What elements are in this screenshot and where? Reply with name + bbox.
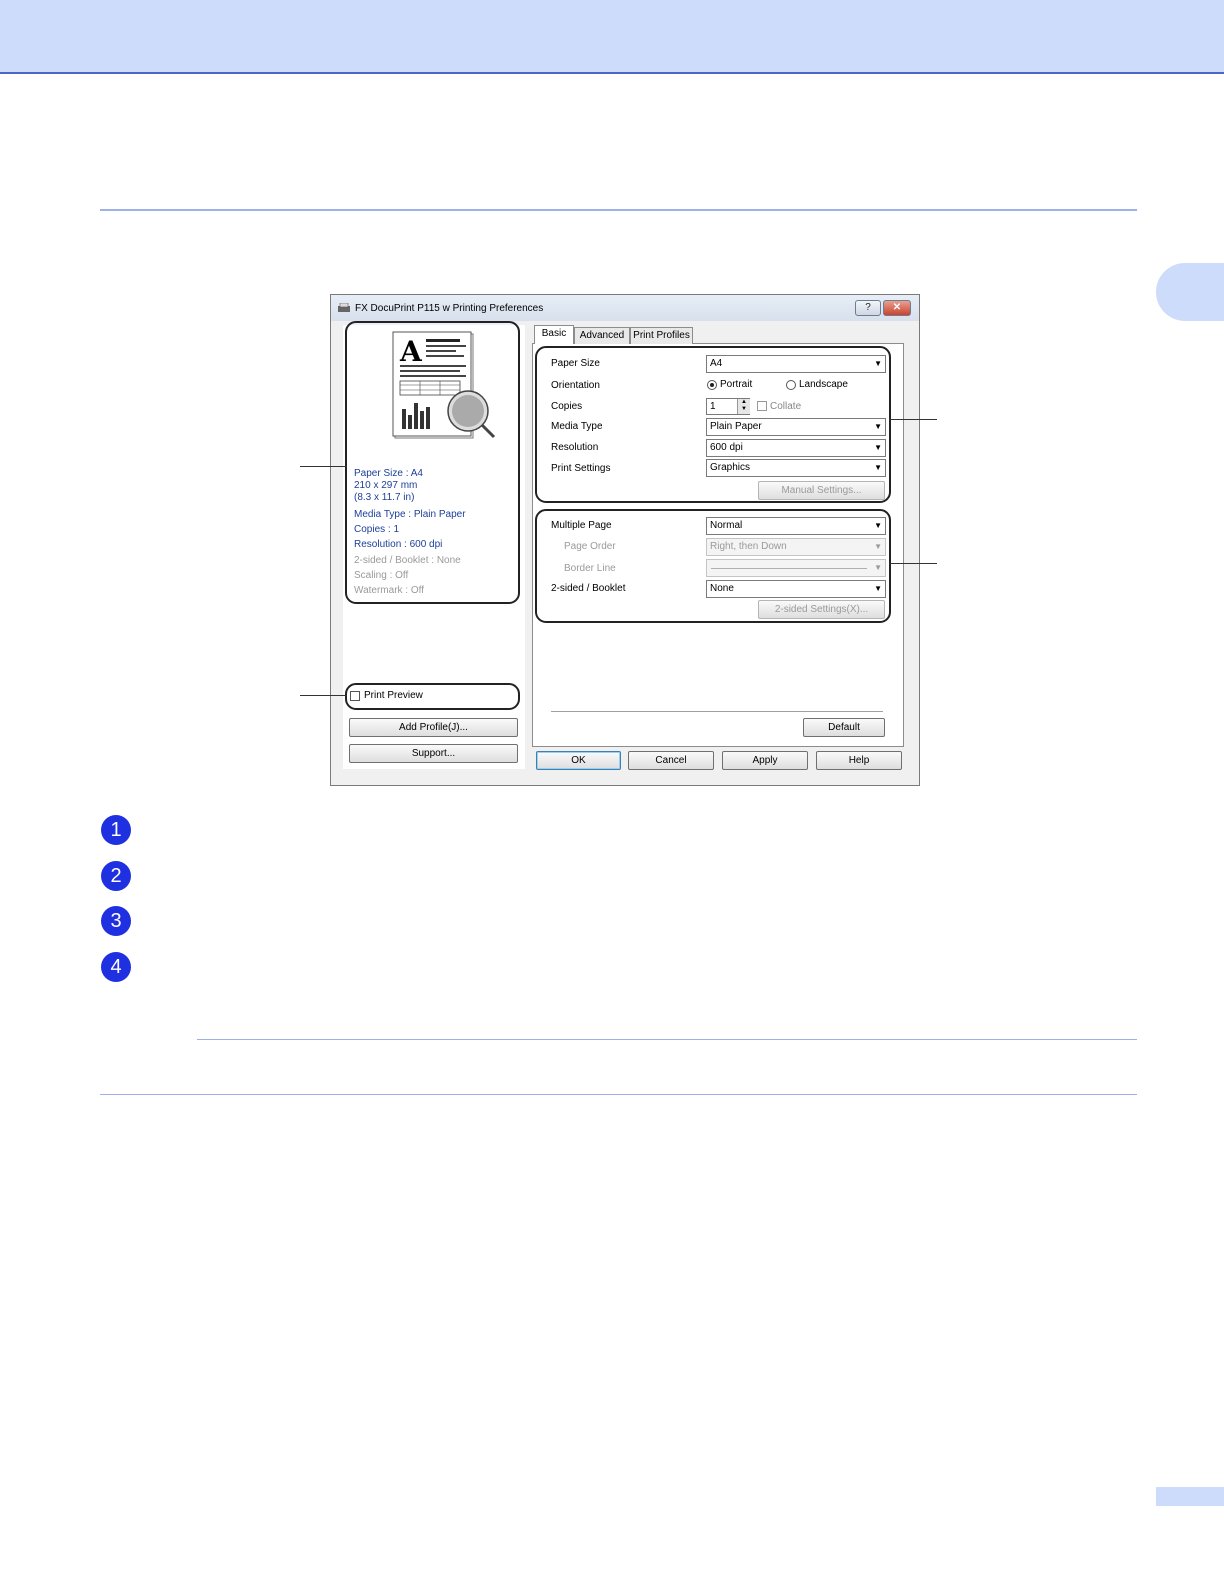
summary-scaling: Scaling : Off [354,570,409,581]
portrait-radio[interactable] [707,380,717,390]
media-type-label: Media Type [551,421,603,432]
note-rule-top [197,1039,1137,1040]
printer-icon [338,303,350,312]
add-profile-button[interactable]: Add Profile(J)... [349,718,518,737]
leader-line [889,563,937,564]
preview-letter: A [399,335,423,368]
media-type-select[interactable]: Plain Paper ▼ [706,418,886,436]
landscape-label: Landscape [799,379,848,390]
summary-dims-mm: 210 x 297 mm [354,480,418,491]
print-settings-label: Print Settings [551,463,611,474]
page-order-label: Page Order [564,541,616,552]
border-line-label: Border Line [564,563,616,574]
multiple-page-select[interactable]: Normal ▼ [706,517,886,535]
dropdown-arrow-icon: ▼ [874,422,882,431]
dropdown-arrow-icon: ▼ [874,521,882,530]
support-button[interactable]: Support... [349,744,518,763]
collate-label: Collate [770,401,802,412]
tab-basic[interactable]: Basic [534,325,574,344]
dropdown-arrow-icon: ▼ [874,443,882,452]
leader-line [889,419,937,420]
summary-watermark: Watermark : Off [354,585,425,596]
callout-2: 2 [101,861,131,891]
two-sided-booklet-label: 2-sided / Booklet [551,583,626,594]
manual-settings-button[interactable]: Manual Settings... [758,481,885,500]
dropdown-arrow-icon: ▼ [874,563,882,572]
copies-spinner[interactable]: ▲ ▼ [737,399,750,414]
separator [551,711,883,712]
tab-advanced[interactable]: Advanced [574,327,630,344]
title-bar: FX DocuPrint P115 w Printing Preferences… [331,295,919,321]
radio-dot-icon [710,383,714,387]
print-settings-select[interactable]: Graphics ▼ [706,459,886,477]
two-sided-booklet-select[interactable]: None ▼ [706,580,886,598]
title-help-button[interactable]: ? [855,300,881,316]
leader-line [300,695,347,696]
border-line-select[interactable]: ▼ [706,559,886,577]
multiple-page-label: Multiple Page [551,520,612,531]
page-number-tab [1156,1487,1224,1506]
resolution-value: 600 dpi [710,442,743,453]
top-rule [100,209,1137,211]
two-sided-settings-button[interactable]: 2-sided Settings(X)... [758,600,885,619]
help-button[interactable]: Help [816,751,902,770]
landscape-radio[interactable] [786,380,796,390]
collate-checkbox[interactable] [757,401,767,411]
summary-copies: Copies : 1 [354,524,400,535]
window-title: FX DocuPrint P115 w Printing Preferences [355,303,544,314]
callout-4: 4 [101,952,131,982]
dropdown-arrow-icon: ▼ [874,584,882,593]
page-preview-icon: A [392,331,496,439]
summary-paper-size: Paper Size : A4 [354,468,423,479]
dropdown-arrow-icon: ▼ [874,463,882,472]
line-sample [711,568,867,569]
paper-size-select[interactable]: A4 ▼ [706,355,886,373]
portrait-label: Portrait [720,379,753,390]
print-preview-checkbox[interactable] [350,691,360,701]
tab-print-profiles[interactable]: Print Profiles [630,327,693,344]
callout-1: 1 [101,815,131,845]
paper-size-value: A4 [710,358,723,369]
ok-button[interactable]: OK [536,751,621,770]
note-rule-bottom [100,1094,1137,1095]
summary-resolution: Resolution : 600 dpi [354,539,443,550]
default-button[interactable]: Default [803,718,885,737]
dropdown-arrow-icon: ▼ [874,359,882,368]
multiple-page-value: Normal [710,520,743,531]
page-order-value: Right, then Down [710,541,787,552]
copies-label: Copies [551,401,583,412]
paper-size-label: Paper Size [551,358,600,369]
close-button[interactable]: ✕ [883,300,911,316]
orientation-label: Orientation [551,380,600,391]
print-preview-label: Print Preview [364,690,423,701]
leader-line [300,466,347,467]
resolution-label: Resolution [551,442,599,453]
summary-media-type: Media Type : Plain Paper [354,509,466,520]
page-order-select[interactable]: Right, then Down ▼ [706,538,886,556]
summary-dims-in: (8.3 x 11.7 in) [354,492,415,503]
header-band [0,0,1224,74]
dropdown-arrow-icon: ▼ [874,542,882,551]
chapter-tab [1156,263,1224,321]
callout-3: 3 [101,906,131,936]
print-settings-value: Graphics [710,462,751,473]
cancel-button[interactable]: Cancel [628,751,714,770]
media-type-value: Plain Paper [710,421,762,432]
summary-two-sided: 2-sided / Booklet : None [354,555,461,566]
two-sided-booklet-value: None [710,583,734,594]
resolution-select[interactable]: 600 dpi ▼ [706,439,886,457]
apply-button[interactable]: Apply [722,751,808,770]
